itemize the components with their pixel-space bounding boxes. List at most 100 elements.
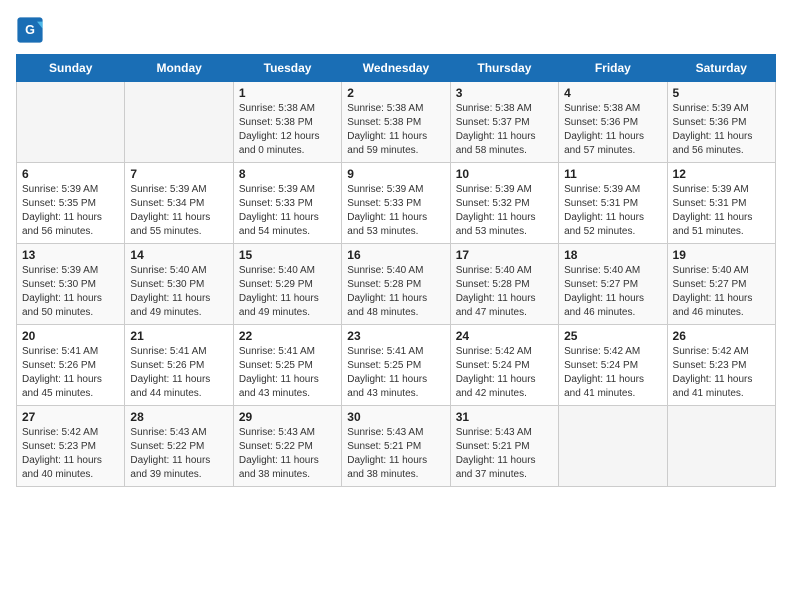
day-number: 16 bbox=[347, 248, 444, 262]
weekday-header-thursday: Thursday bbox=[450, 55, 558, 82]
cell-info: Sunrise: 5:38 AM Sunset: 5:37 PM Dayligh… bbox=[456, 102, 553, 158]
day-number: 15 bbox=[239, 248, 336, 262]
cell-info: Sunrise: 5:42 AM Sunset: 5:23 PM Dayligh… bbox=[673, 345, 770, 401]
day-number: 24 bbox=[456, 329, 553, 343]
calendar-cell: 22 Sunrise: 5:41 AM Sunset: 5:25 PM Dayli… bbox=[233, 325, 341, 406]
calendar-cell bbox=[125, 82, 233, 163]
calendar-cell: 30 Sunrise: 5:43 AM Sunset: 5:21 PM Dayli… bbox=[342, 406, 450, 487]
day-number: 18 bbox=[564, 248, 661, 262]
day-number: 25 bbox=[564, 329, 661, 343]
calendar-cell: 5Sunrise: 5:39 AM Sunset: 5:36 PM Daylig… bbox=[667, 82, 775, 163]
page-header: G bbox=[16, 16, 776, 44]
cell-info: Sunrise: 5:39 AM Sunset: 5:30 PM Dayligh… bbox=[22, 264, 119, 320]
calendar-cell bbox=[667, 406, 775, 487]
calendar-cell: 27Sunrise: 5:42 AM Sunset: 5:23 PM Dayli… bbox=[17, 406, 125, 487]
calendar-cell: 8 Sunrise: 5:39 AM Sunset: 5:33 PM Daylig… bbox=[233, 163, 341, 244]
cell-info: Sunrise: 5:42 AM Sunset: 5:24 PM Dayligh… bbox=[456, 345, 553, 401]
day-number: 12 bbox=[673, 167, 770, 181]
day-number: 22 bbox=[239, 329, 336, 343]
cell-info: Sunrise: 5:41 AM Sunset: 5:25 PM Dayligh… bbox=[239, 345, 336, 401]
day-number: 17 bbox=[456, 248, 553, 262]
weekday-header-friday: Friday bbox=[559, 55, 667, 82]
cell-info: Sunrise: 5:43 AM Sunset: 5:22 PM Dayligh… bbox=[239, 426, 336, 482]
day-number: 30 bbox=[347, 410, 444, 424]
calendar-cell: 12 Sunrise: 5:39 AM Sunset: 5:31 PM Dayli… bbox=[667, 163, 775, 244]
cell-info: Sunrise: 5:43 AM Sunset: 5:22 PM Dayligh… bbox=[130, 426, 227, 482]
calendar-cell: 26Sunrise: 5:42 AM Sunset: 5:23 PM Dayli… bbox=[667, 325, 775, 406]
calendar-cell: 28 Sunrise: 5:43 AM Sunset: 5:22 PM Dayli… bbox=[125, 406, 233, 487]
calendar-cell: 16 Sunrise: 5:40 AM Sunset: 5:28 PM Dayli… bbox=[342, 244, 450, 325]
calendar-cell: 17 Sunrise: 5:40 AM Sunset: 5:28 PM Dayli… bbox=[450, 244, 558, 325]
calendar-cell: 20 Sunrise: 5:41 AM Sunset: 5:26 PM Dayli… bbox=[17, 325, 125, 406]
calendar-cell: 24 Sunrise: 5:42 AM Sunset: 5:24 PM Dayli… bbox=[450, 325, 558, 406]
cell-info: Sunrise: 5:43 AM Sunset: 5:21 PM Dayligh… bbox=[347, 426, 444, 482]
cell-info: Sunrise: 5:41 AM Sunset: 5:26 PM Dayligh… bbox=[130, 345, 227, 401]
cell-info: Sunrise: 5:38 AM Sunset: 5:36 PM Dayligh… bbox=[564, 102, 661, 158]
day-number: 2 bbox=[347, 86, 444, 100]
calendar-cell: 4 Sunrise: 5:38 AM Sunset: 5:36 PM Daylig… bbox=[559, 82, 667, 163]
logo-icon: G bbox=[16, 16, 44, 44]
calendar-cell: 7 Sunrise: 5:39 AM Sunset: 5:34 PM Daylig… bbox=[125, 163, 233, 244]
calendar-cell: 6Sunrise: 5:39 AM Sunset: 5:35 PM Daylig… bbox=[17, 163, 125, 244]
calendar-cell: 10 Sunrise: 5:39 AM Sunset: 5:32 PM Dayli… bbox=[450, 163, 558, 244]
week-row-5: 27Sunrise: 5:42 AM Sunset: 5:23 PM Dayli… bbox=[17, 406, 776, 487]
calendar-cell: 19Sunrise: 5:40 AM Sunset: 5:27 PM Dayli… bbox=[667, 244, 775, 325]
cell-info: Sunrise: 5:41 AM Sunset: 5:25 PM Dayligh… bbox=[347, 345, 444, 401]
calendar-cell: 14 Sunrise: 5:40 AM Sunset: 5:30 PM Dayli… bbox=[125, 244, 233, 325]
calendar-cell: 11 Sunrise: 5:39 AM Sunset: 5:31 PM Dayli… bbox=[559, 163, 667, 244]
calendar-table: SundayMondayTuesdayWednesdayThursdayFrid… bbox=[16, 54, 776, 487]
weekday-header-tuesday: Tuesday bbox=[233, 55, 341, 82]
calendar-cell: 18 Sunrise: 5:40 AM Sunset: 5:27 PM Dayli… bbox=[559, 244, 667, 325]
calendar-cell: 13Sunrise: 5:39 AM Sunset: 5:30 PM Dayli… bbox=[17, 244, 125, 325]
cell-info: Sunrise: 5:41 AM Sunset: 5:26 PM Dayligh… bbox=[22, 345, 119, 401]
cell-info: Sunrise: 5:39 AM Sunset: 5:33 PM Dayligh… bbox=[347, 183, 444, 239]
day-number: 9 bbox=[347, 167, 444, 181]
cell-info: Sunrise: 5:40 AM Sunset: 5:27 PM Dayligh… bbox=[673, 264, 770, 320]
calendar-cell: 25Sunrise: 5:42 AM Sunset: 5:24 PM Dayli… bbox=[559, 325, 667, 406]
logo: G bbox=[16, 16, 46, 44]
calendar-cell: 15 Sunrise: 5:40 AM Sunset: 5:29 PM Dayli… bbox=[233, 244, 341, 325]
cell-info: Sunrise: 5:39 AM Sunset: 5:33 PM Dayligh… bbox=[239, 183, 336, 239]
cell-info: Sunrise: 5:40 AM Sunset: 5:27 PM Dayligh… bbox=[564, 264, 661, 320]
calendar-cell: 31 Sunrise: 5:43 AM Sunset: 5:21 PM Dayli… bbox=[450, 406, 558, 487]
calendar-cell: 29 Sunrise: 5:43 AM Sunset: 5:22 PM Dayli… bbox=[233, 406, 341, 487]
day-number: 1 bbox=[239, 86, 336, 100]
day-number: 31 bbox=[456, 410, 553, 424]
week-row-4: 20 Sunrise: 5:41 AM Sunset: 5:26 PM Dayli… bbox=[17, 325, 776, 406]
calendar-cell: 3Sunrise: 5:38 AM Sunset: 5:37 PM Daylig… bbox=[450, 82, 558, 163]
svg-text:G: G bbox=[25, 23, 35, 37]
day-number: 14 bbox=[130, 248, 227, 262]
cell-info: Sunrise: 5:39 AM Sunset: 5:31 PM Dayligh… bbox=[673, 183, 770, 239]
calendar-cell: 2 Sunrise: 5:38 AM Sunset: 5:38 PM Daylig… bbox=[342, 82, 450, 163]
day-number: 21 bbox=[130, 329, 227, 343]
cell-info: Sunrise: 5:40 AM Sunset: 5:28 PM Dayligh… bbox=[456, 264, 553, 320]
cell-info: Sunrise: 5:39 AM Sunset: 5:34 PM Dayligh… bbox=[130, 183, 227, 239]
cell-info: Sunrise: 5:38 AM Sunset: 5:38 PM Dayligh… bbox=[239, 102, 336, 158]
cell-info: Sunrise: 5:39 AM Sunset: 5:31 PM Dayligh… bbox=[564, 183, 661, 239]
cell-info: Sunrise: 5:38 AM Sunset: 5:38 PM Dayligh… bbox=[347, 102, 444, 158]
weekday-header-saturday: Saturday bbox=[667, 55, 775, 82]
day-number: 5 bbox=[673, 86, 770, 100]
week-row-2: 6Sunrise: 5:39 AM Sunset: 5:35 PM Daylig… bbox=[17, 163, 776, 244]
cell-info: Sunrise: 5:40 AM Sunset: 5:28 PM Dayligh… bbox=[347, 264, 444, 320]
weekday-header-row: SundayMondayTuesdayWednesdayThursdayFrid… bbox=[17, 55, 776, 82]
cell-info: Sunrise: 5:40 AM Sunset: 5:29 PM Dayligh… bbox=[239, 264, 336, 320]
weekday-header-wednesday: Wednesday bbox=[342, 55, 450, 82]
cell-info: Sunrise: 5:40 AM Sunset: 5:30 PM Dayligh… bbox=[130, 264, 227, 320]
calendar-cell: 9 Sunrise: 5:39 AM Sunset: 5:33 PM Daylig… bbox=[342, 163, 450, 244]
cell-info: Sunrise: 5:43 AM Sunset: 5:21 PM Dayligh… bbox=[456, 426, 553, 482]
cell-info: Sunrise: 5:42 AM Sunset: 5:23 PM Dayligh… bbox=[22, 426, 119, 482]
calendar-cell bbox=[559, 406, 667, 487]
calendar-cell: 23Sunrise: 5:41 AM Sunset: 5:25 PM Dayli… bbox=[342, 325, 450, 406]
day-number: 29 bbox=[239, 410, 336, 424]
week-row-1: 1 Sunrise: 5:38 AM Sunset: 5:38 PM Daylig… bbox=[17, 82, 776, 163]
calendar-cell: 21 Sunrise: 5:41 AM Sunset: 5:26 PM Dayli… bbox=[125, 325, 233, 406]
day-number: 10 bbox=[456, 167, 553, 181]
day-number: 7 bbox=[130, 167, 227, 181]
day-number: 8 bbox=[239, 167, 336, 181]
cell-info: Sunrise: 5:39 AM Sunset: 5:32 PM Dayligh… bbox=[456, 183, 553, 239]
day-number: 28 bbox=[130, 410, 227, 424]
day-number: 20 bbox=[22, 329, 119, 343]
day-number: 4 bbox=[564, 86, 661, 100]
day-number: 11 bbox=[564, 167, 661, 181]
